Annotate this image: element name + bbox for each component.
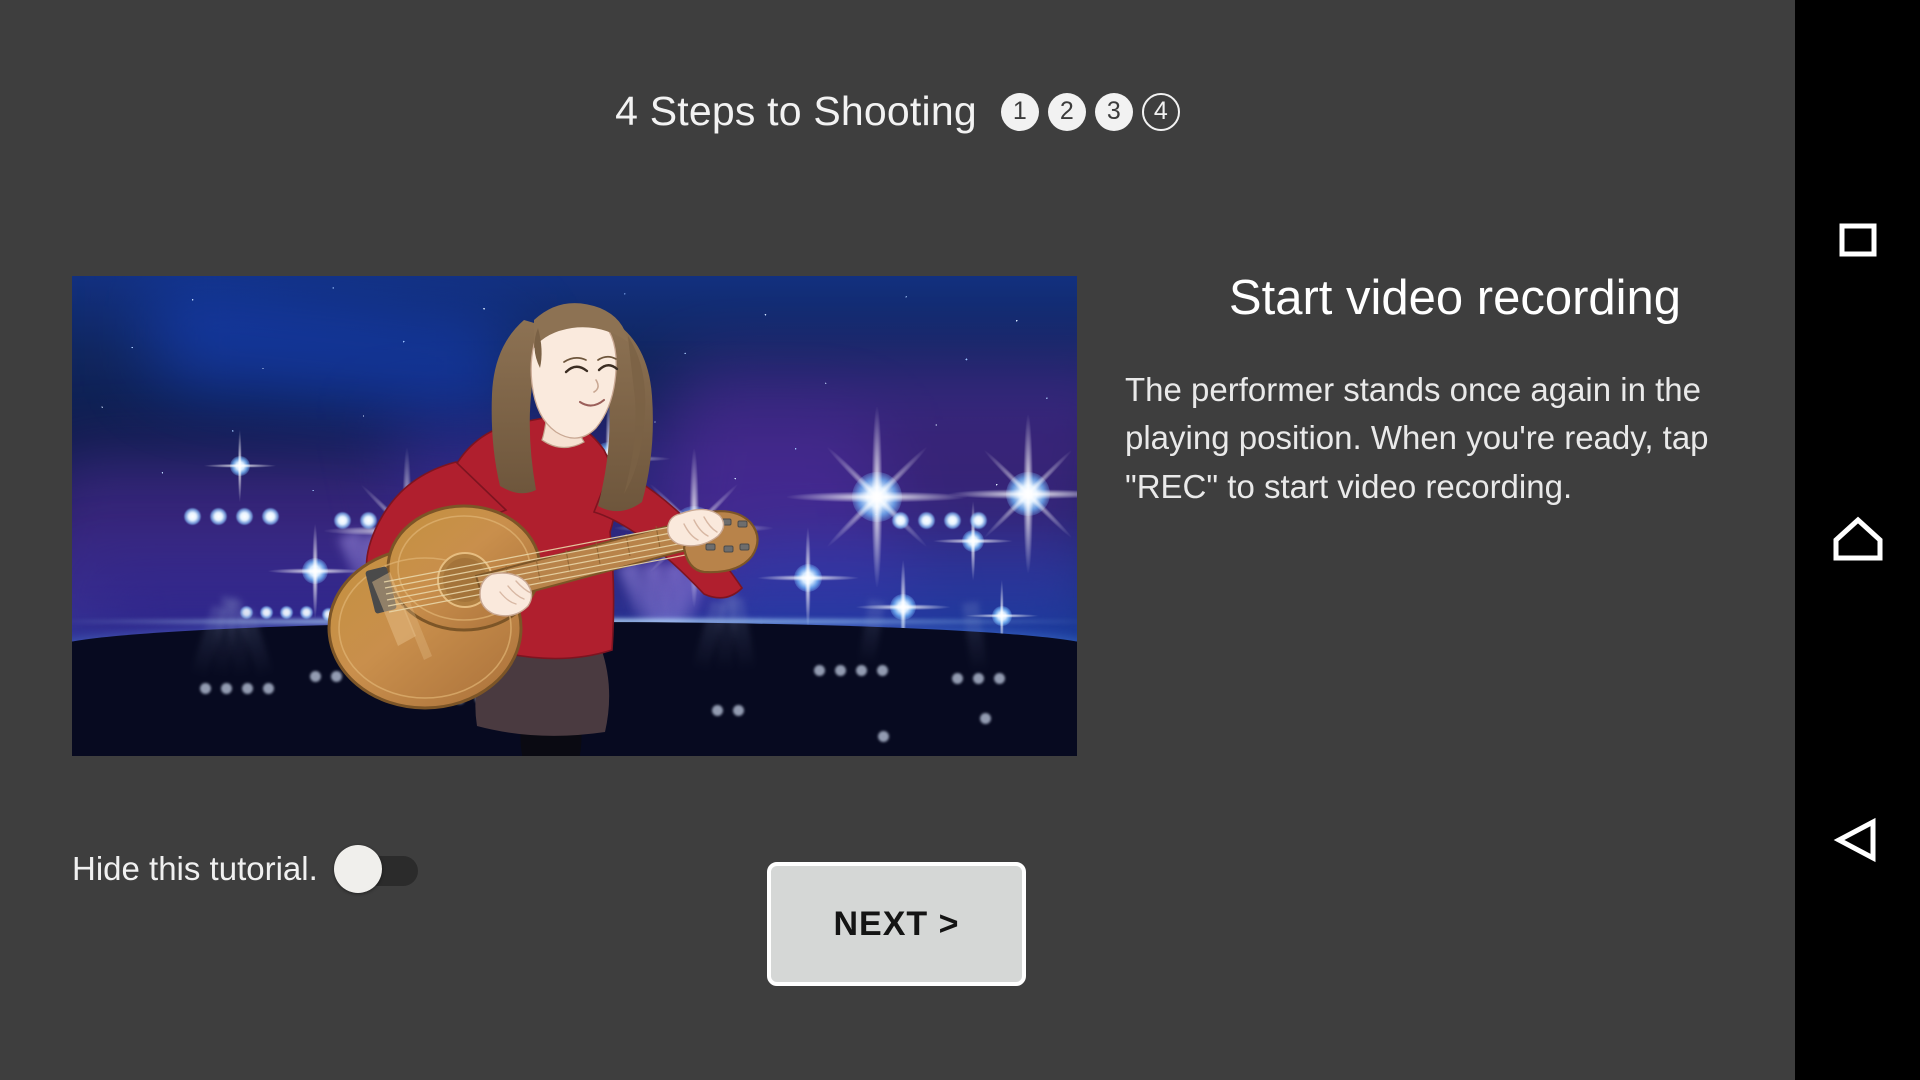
step-4-label: 4 bbox=[1153, 97, 1168, 125]
back-triangle-icon bbox=[1833, 817, 1875, 863]
hide-tutorial-row[interactable]: Hide this tutorial. bbox=[72, 845, 418, 893]
step-indicator-4[interactable]: 4 bbox=[1141, 92, 1180, 131]
back-button[interactable] bbox=[1795, 790, 1920, 890]
tutorial-header: 4 Steps to Shooting 1 2 3 4 bbox=[0, 88, 1795, 135]
hide-tutorial-label: Hide this tutorial. bbox=[72, 850, 318, 887]
performer-illustration bbox=[327, 303, 759, 756]
step-indicator-3[interactable]: 3 bbox=[1094, 92, 1133, 131]
step-indicator-1[interactable]: 1 bbox=[1000, 92, 1039, 131]
step-3-label: 3 bbox=[1106, 97, 1121, 125]
home-pentagon-icon bbox=[1833, 516, 1882, 561]
home-button[interactable] bbox=[1795, 490, 1920, 590]
tutorial-text-panel: Start video recording The performer stan… bbox=[1125, 271, 1785, 511]
step-2-label: 2 bbox=[1059, 97, 1074, 125]
tutorial-screen: 4 Steps to Shooting 1 2 3 4 Start video … bbox=[0, 0, 1920, 1080]
tutorial-illustration bbox=[72, 276, 1077, 756]
step-1-label: 1 bbox=[1012, 97, 1027, 125]
tutorial-step-title: Start video recording bbox=[1228, 271, 1682, 325]
next-button[interactable]: NEXT > bbox=[767, 862, 1026, 986]
toggle-knob[interactable] bbox=[333, 845, 382, 893]
android-navigation-bar bbox=[1795, 0, 1920, 1080]
next-button-label: NEXT > bbox=[833, 904, 960, 943]
recents-square-icon bbox=[1839, 223, 1876, 257]
step-indicator-2[interactable]: 2 bbox=[1047, 92, 1086, 131]
page-title: 4 Steps to Shooting bbox=[615, 88, 977, 134]
hide-tutorial-toggle[interactable] bbox=[333, 845, 418, 893]
step-indicator: 1 2 3 4 bbox=[1000, 92, 1180, 131]
tutorial-step-description: The performer stands once again in the p… bbox=[1125, 370, 1709, 505]
recents-button[interactable] bbox=[1795, 190, 1920, 290]
